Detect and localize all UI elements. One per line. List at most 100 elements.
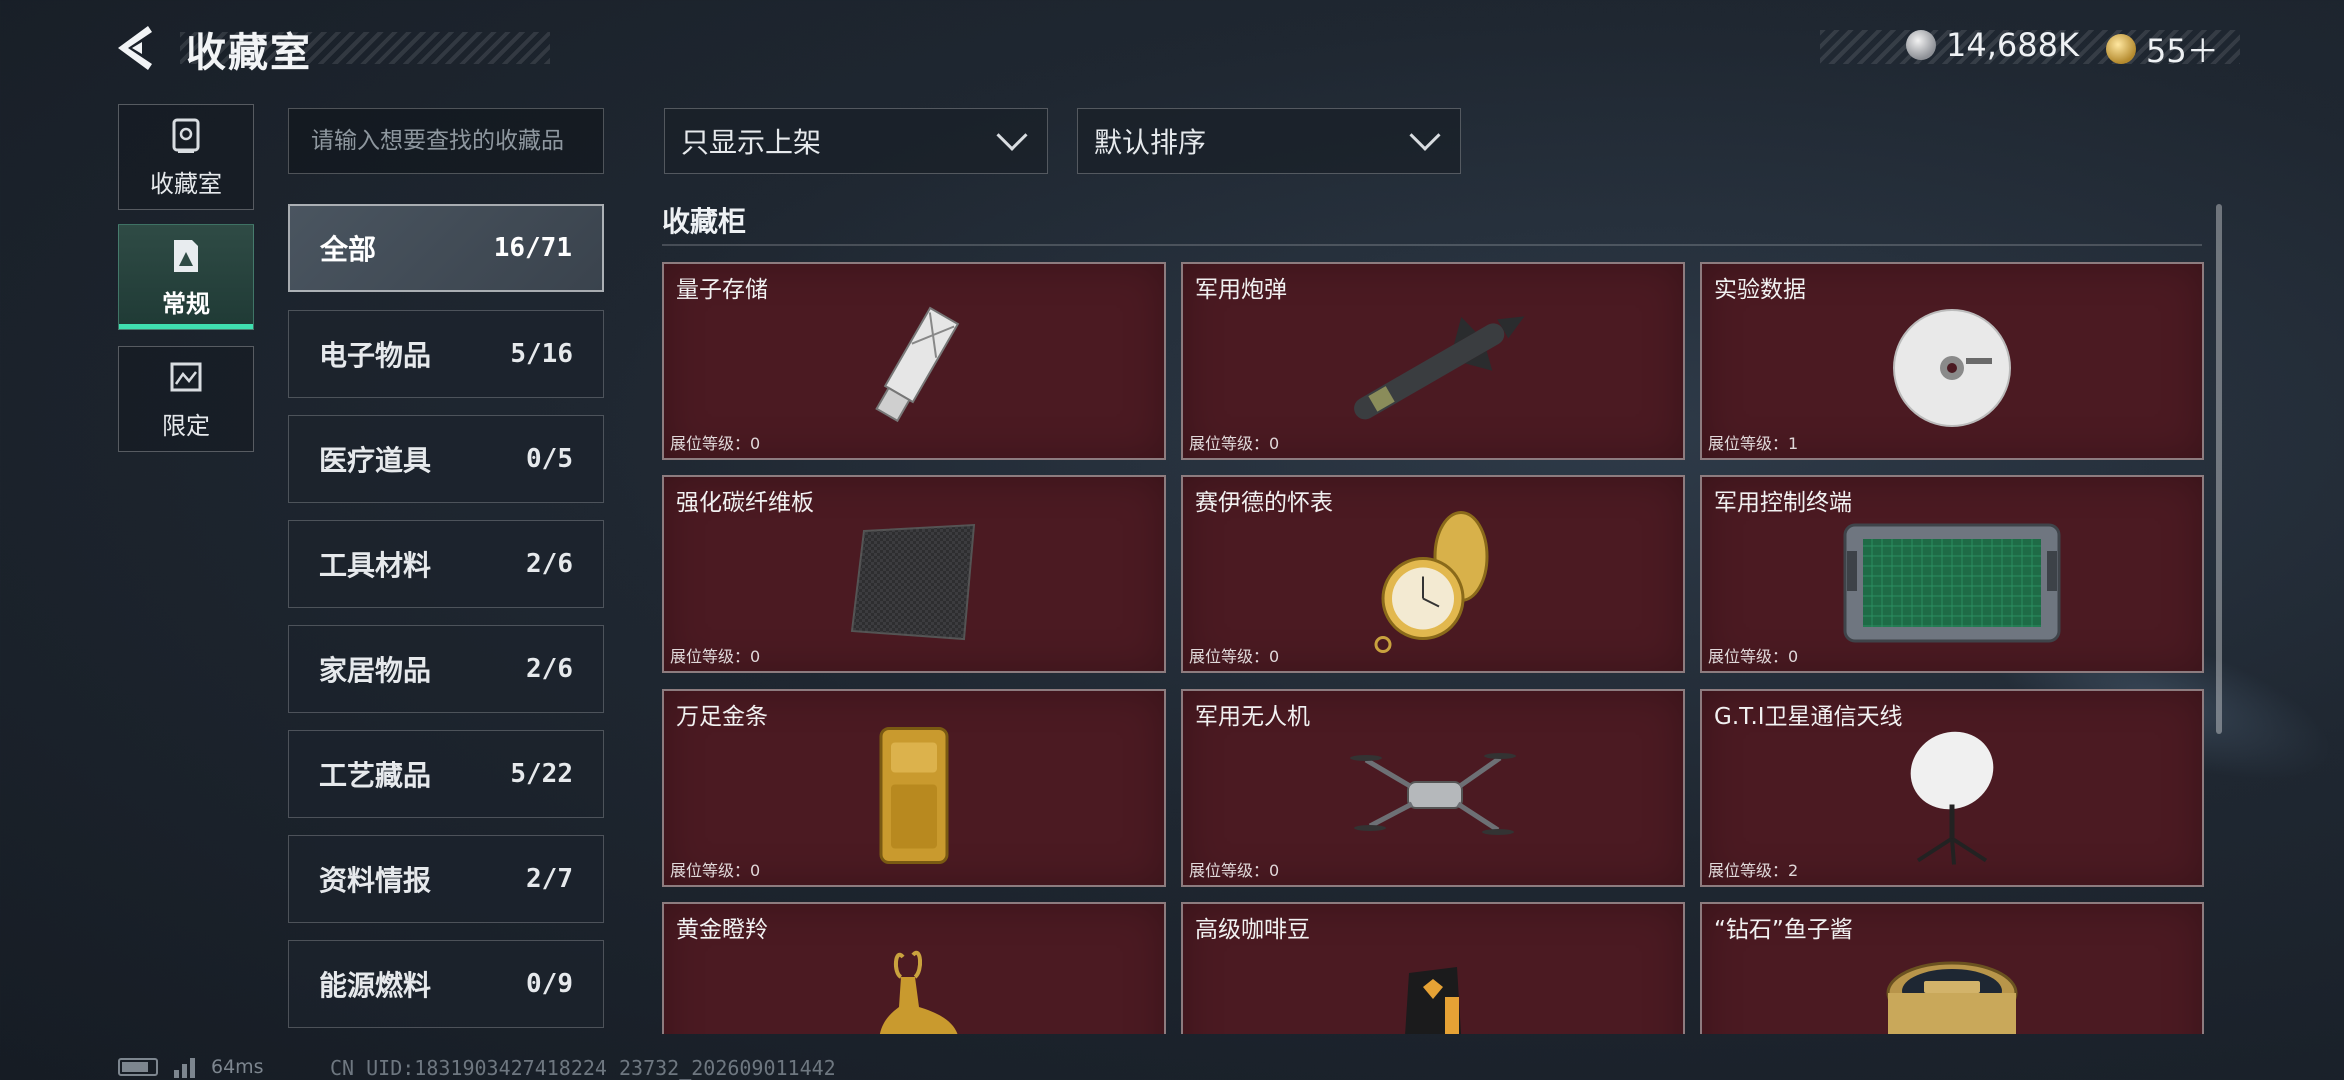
item-card[interactable]: “钻石”鱼子酱 <box>1700 902 2204 1034</box>
sort-value: 默认排序 <box>1094 126 1207 159</box>
item-name: 量子存储 <box>676 277 768 303</box>
caviar-tin-icon <box>1886 961 2018 1034</box>
shelf-filter-dropdown[interactable]: 只显示上架 <box>664 108 1048 174</box>
item-card[interactable]: 军用炮弹 展位等级：0 <box>1181 262 1685 460</box>
rail-item-label: 限定 <box>162 411 210 440</box>
control-terminal-icon <box>1843 523 2061 643</box>
item-name: 军用炮弹 <box>1195 277 1287 303</box>
drone-icon <box>1350 753 1516 835</box>
gold-coin-icon <box>2106 34 2136 64</box>
subcategory-label: 医疗道具 <box>319 444 432 477</box>
subcategory-count: 2/6 <box>526 654 573 684</box>
item-card[interactable]: 高级咖啡豆 <box>1181 902 1685 1034</box>
ping-value: 64ms <box>211 1056 264 1078</box>
item-name: 军用无人机 <box>1195 704 1310 730</box>
item-card[interactable]: 强化碳纤维板 展位等级：0 <box>662 475 1166 673</box>
item-level: 展位等级：0 <box>670 647 761 666</box>
subcategory-count: 2/7 <box>526 864 573 894</box>
disc-icon <box>1893 309 2011 427</box>
silver-currency-value: 14,688K <box>1946 26 2079 64</box>
subcategory-count: 0/5 <box>526 444 573 474</box>
item-name: 实验数据 <box>1714 277 1806 303</box>
chevron-down-icon <box>996 119 1028 151</box>
item-card[interactable]: 量子存储 展位等级：0 <box>662 262 1166 460</box>
item-name: 黄金瞪羚 <box>676 917 768 943</box>
pocket-watch-icon <box>1374 511 1489 653</box>
subcategory-energy[interactable]: 能源燃料 0/9 <box>288 940 604 1028</box>
subcategory-label: 资料情报 <box>319 864 432 897</box>
subcategory-count: 5/16 <box>510 339 573 369</box>
subcategory-label: 全部 <box>320 233 377 266</box>
subcategory-tools[interactable]: 工具材料 2/6 <box>288 520 604 608</box>
subcategory-count: 5/22 <box>510 759 573 789</box>
battery-icon <box>118 1058 158 1076</box>
item-card[interactable]: 军用控制终端 展位等级：0 <box>1700 475 2204 673</box>
status-bar: 64ms <box>118 1056 264 1078</box>
item-name: 高级咖啡豆 <box>1195 917 1310 943</box>
subcategory-count: 0/9 <box>526 969 573 999</box>
item-card[interactable]: 万足金条 展位等级：0 <box>662 689 1166 887</box>
section-divider <box>662 244 2202 246</box>
top-bar: 收藏室 14,688K 55＋ <box>0 0 2344 100</box>
subcategory-count: 16/71 <box>493 233 572 263</box>
subcategory-label: 能源燃料 <box>319 969 432 1002</box>
silver-currency: 14,688K <box>1906 26 2079 64</box>
item-level: 展位等级：0 <box>1189 647 1280 666</box>
subcategory-medical[interactable]: 医疗道具 0/5 <box>288 415 604 503</box>
item-name: 强化碳纤维板 <box>676 490 814 516</box>
item-card[interactable]: G.T.I卫星通信天线 展位等级：2 <box>1700 689 2204 887</box>
search-input[interactable] <box>288 108 604 174</box>
shelf-filter-value: 只显示上架 <box>681 126 822 159</box>
missile-icon <box>1354 316 1525 420</box>
subcategory-label: 工具材料 <box>319 549 432 582</box>
rail-item-vault[interactable]: 收藏室 <box>118 104 254 210</box>
carbon-plate-icon <box>850 523 976 641</box>
item-level: 展位等级：0 <box>1189 434 1280 453</box>
limited-collection-icon <box>170 362 202 391</box>
vault-icon <box>172 118 200 153</box>
subcategory-intel[interactable]: 资料情报 2/7 <box>288 835 604 923</box>
item-level: 展位等级：0 <box>670 434 761 453</box>
signal-icon <box>174 1056 195 1078</box>
item-card[interactable]: 实验数据 展位等级：1 <box>1700 262 2204 460</box>
coffee-bag-icon <box>1405 967 1462 1034</box>
item-grid: 量子存储 展位等级：0 军用炮弹 展位等级：0 实验数据 展位等级：1 强化碳纤… <box>662 262 2206 1034</box>
item-level: 展位等级：0 <box>670 861 761 880</box>
subcategory-electronics[interactable]: 电子物品 5/16 <box>288 310 604 398</box>
rail-item-label: 常规 <box>162 289 210 318</box>
item-name: “钻石”鱼子酱 <box>1714 917 1853 943</box>
subcategory-count: 2/6 <box>526 549 573 579</box>
subcategory-all[interactable]: 全部 16/71 <box>288 204 604 292</box>
item-card[interactable]: 赛伊德的怀表 展位等级：0 <box>1181 475 1685 673</box>
back-arrow-icon[interactable] <box>112 22 164 74</box>
rail-item-limited[interactable]: 限定 <box>118 346 254 452</box>
rail-item-regular[interactable]: 常规 <box>118 224 254 330</box>
item-name: 万足金条 <box>676 704 768 730</box>
regular-collection-icon <box>174 239 198 272</box>
item-level: 展位等级：1 <box>1708 434 1799 453</box>
section-title: 收藏柜 <box>662 205 747 238</box>
item-level: 展位等级：0 <box>1708 647 1799 666</box>
subcategory-crafts[interactable]: 工艺藏品 5/22 <box>288 730 604 818</box>
silver-coin-icon <box>1906 30 1936 60</box>
item-name: 军用控制终端 <box>1714 490 1852 516</box>
item-card[interactable]: 军用无人机 展位等级：0 <box>1181 689 1685 887</box>
subcategory-label: 家居物品 <box>319 654 432 687</box>
item-name: 赛伊德的怀表 <box>1195 490 1333 516</box>
rail-item-label: 收藏室 <box>150 169 222 198</box>
gold-currency-value: 55＋ <box>2146 32 2219 70</box>
sort-dropdown[interactable]: 默认排序 <box>1077 108 1461 174</box>
item-level: 展位等级：2 <box>1708 861 1799 880</box>
golden-gazelle-icon <box>879 950 958 1034</box>
uid-text: CN UID:1831903427418224 23732_2026090114… <box>330 1056 836 1080</box>
page-title: 收藏室 <box>186 30 312 76</box>
subcategory-household[interactable]: 家居物品 2/6 <box>288 625 604 713</box>
scrollbar[interactable] <box>2216 204 2222 734</box>
subcategory-label: 工艺藏品 <box>319 759 432 792</box>
item-card[interactable]: 黄金瞪羚 <box>662 902 1166 1034</box>
gold-bar-icon <box>879 727 949 864</box>
usb-drive-icon <box>875 306 960 423</box>
subcategory-label: 电子物品 <box>319 339 432 372</box>
item-level: 展位等级：0 <box>1189 861 1280 880</box>
gold-currency: 55＋ <box>2106 26 2219 72</box>
